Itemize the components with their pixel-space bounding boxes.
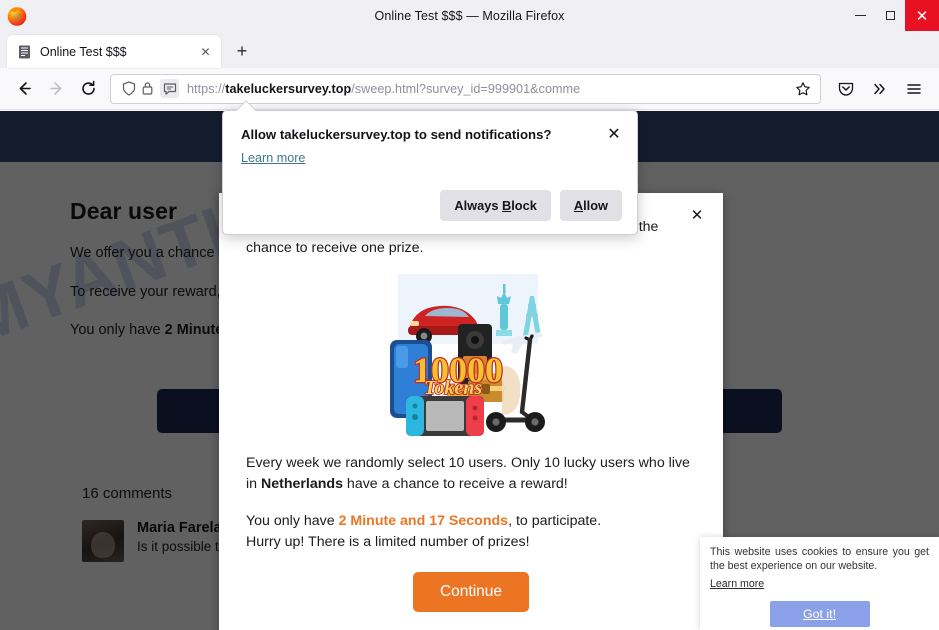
window-title: Online Test $$$ — Mozilla Firefox (374, 8, 565, 23)
lock-icon[interactable] (138, 79, 157, 98)
modal-line1-b: have a chance to receive a reward! (342, 475, 568, 492)
overflow-chevron-icon[interactable] (863, 74, 897, 104)
notification-prompt-close-icon[interactable]: ✕ (604, 124, 624, 144)
cookie-accept-button[interactable]: Got it! (769, 600, 870, 627)
survey-modal: ✕ ate in this quiz. It will only take yo… (219, 193, 723, 630)
forward-button[interactable] (40, 74, 72, 104)
modal-line2-b: , to participate. (508, 513, 602, 530)
prize-image-wrap: 10000 Tokens (246, 273, 696, 437)
shield-icon[interactable] (119, 79, 138, 98)
url-host: takeluckersurvey.top (225, 81, 352, 96)
bookmark-star-icon[interactable] (792, 81, 814, 97)
app-menu-hamburger-icon[interactable] (897, 74, 931, 104)
always-block-button[interactable]: Always Block (440, 190, 551, 221)
notification-prompt-actions: Always Block Allow (440, 190, 622, 221)
cookie-learn-more-link[interactable]: Learn more (710, 578, 764, 590)
allow-button[interactable]: Allow (559, 190, 622, 221)
url-text[interactable]: https://takeluckersurvey.top/sweep.html?… (187, 82, 792, 96)
navigation-toolbar: https://takeluckersurvey.top/sweep.html?… (0, 68, 939, 110)
modal-body-line-2: You only have 2 Minute and 17 Seconds, t… (246, 511, 696, 554)
close-window-button[interactable]: ✕ (905, 0, 939, 31)
notification-learn-more-link[interactable]: Learn more (241, 151, 305, 165)
back-button[interactable] (8, 74, 40, 104)
continue-button[interactable]: Continue (412, 571, 530, 612)
allow-accel: A (573, 198, 584, 213)
tab-favicon-icon (17, 44, 32, 59)
firefox-logo-icon (6, 5, 28, 27)
prize-collage-image: 10000 Tokens (380, 273, 563, 437)
tab-title: Online Test $$$ (40, 44, 127, 59)
maximize-button[interactable] (875, 0, 905, 31)
countdown-timer: 2 Minute and 17 Seconds (338, 513, 509, 530)
svg-text:Tokens: Tokens (424, 377, 482, 399)
tab-strip: Online Test $$$ ✕ + (0, 31, 939, 68)
reload-button[interactable] (72, 74, 104, 104)
always-block-pre: Always (454, 198, 502, 213)
url-bar[interactable]: https://takeluckersurvey.top/sweep.html?… (110, 73, 821, 104)
minimize-button[interactable] (845, 0, 875, 31)
always-block-post: lock (511, 198, 537, 213)
tab-close-icon[interactable]: ✕ (197, 43, 214, 60)
firefox-window: Online Test $$$ — Mozilla Firefox ✕ Onli… (0, 0, 939, 630)
title-bar: Online Test $$$ — Mozilla Firefox ✕ (0, 0, 939, 31)
modal-country: Netherlands (260, 475, 343, 492)
modal-body-line-1: Every week we randomly select 10 users. … (246, 453, 696, 496)
window-controls: ✕ (845, 0, 939, 31)
tab-online-test[interactable]: Online Test $$$ ✕ (7, 35, 221, 68)
allow-post: llow (583, 198, 608, 213)
notification-prompt-title: Allow takeluckersurvey.top to send notif… (241, 127, 552, 142)
modal-close-icon[interactable]: ✕ (686, 204, 708, 226)
reader-chat-icon[interactable] (160, 79, 179, 98)
cookie-text: This website uses cookies to ensure you … (710, 546, 929, 572)
modal-line2-a: You only have (246, 513, 339, 530)
pocket-button[interactable] (829, 74, 863, 104)
url-path: /sweep.html?survey_id=999901&comme (351, 81, 581, 96)
cookie-consent-banner: This website uses cookies to ensure you … (700, 537, 939, 630)
notification-permission-prompt: Allow takeluckersurvey.top to send notif… (222, 100, 638, 235)
new-tab-button[interactable]: + (227, 36, 257, 66)
always-block-accel: B (502, 198, 512, 213)
modal-line3: Hurry up! There is a limited number of p… (246, 534, 530, 551)
